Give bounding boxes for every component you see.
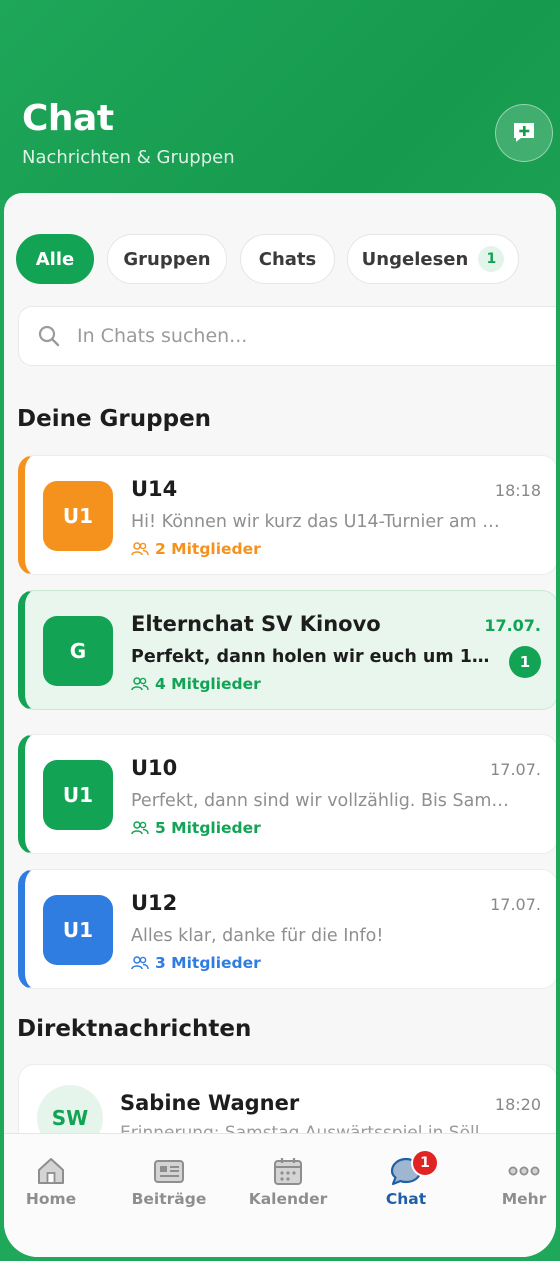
members-count: 2 Mitglieder [155, 540, 261, 558]
tab-label: Ungelesen [361, 248, 469, 270]
tab-label: Gruppen [123, 248, 211, 270]
unread-badge: 1 [509, 646, 541, 678]
group-row[interactable]: U1 U12 17.07. Alles klar, danke für die … [18, 869, 556, 989]
nav-home[interactable]: Home [4, 1156, 106, 1208]
nav-label: Home [25, 1190, 77, 1208]
tab-ungelesen[interactable]: Ungelesen 1 [347, 234, 519, 284]
contact-name: Sabine Wagner [120, 1091, 300, 1115]
calendar-icon [274, 1158, 302, 1185]
nav-mehr[interactable]: Mehr [469, 1156, 556, 1208]
group-time: 17.07. [484, 616, 541, 635]
nav-label: Kalender [248, 1190, 328, 1208]
nav-label: Beiträge [131, 1190, 207, 1208]
tab-chats[interactable]: Chats [240, 234, 335, 284]
message-time: 18:20 [494, 1095, 541, 1114]
members-count: 4 Mitglieder [155, 675, 261, 693]
nav-chat[interactable]: 1 Chat [351, 1149, 461, 1208]
group-row[interactable]: G Elternchat SV Kinovo 17.07. Perfekt, d… [18, 590, 556, 710]
group-avatar: U1 [43, 895, 113, 965]
group-members: 5 Mitglieder [131, 819, 261, 837]
group-avatar: G [43, 616, 113, 686]
unread-count-badge: 1 [478, 246, 505, 272]
group-members: 3 Mitglieder [131, 954, 261, 972]
group-avatar: U1 [43, 760, 113, 830]
members-icon [131, 821, 149, 835]
members-count: 5 Mitglieder [155, 819, 261, 837]
members-icon [131, 542, 149, 556]
bottom-nav: Home Beiträge Kalender 1 Chat Mehr [4, 1133, 556, 1257]
members-count: 3 Mitglieder [155, 954, 261, 972]
group-row[interactable]: U1 U10 17.07. Perfekt, dann sind wir vol… [18, 734, 556, 854]
tab-label: Alle [35, 248, 75, 270]
tab-gruppen[interactable]: Gruppen [107, 234, 227, 284]
chat-unread-badge: 1 [411, 1149, 439, 1177]
group-members: 2 Mitglieder [131, 540, 261, 558]
section-title-groups: Deine Gruppen [17, 406, 212, 432]
group-time: 17.07. [490, 895, 541, 914]
group-members: 4 Mitglieder [131, 675, 261, 693]
group-avatar: U1 [43, 481, 113, 551]
content-card: Alle Gruppen Chats Ungelesen 1 In Chats … [4, 193, 556, 1257]
nav-kalender[interactable]: Kalender [233, 1156, 343, 1208]
group-time: 17.07. [490, 760, 541, 779]
group-name: U12 [131, 891, 178, 915]
group-last-message: Perfekt, dann holen wir euch um 12:1... [131, 647, 493, 667]
nav-label: Mehr [501, 1190, 547, 1208]
group-last-message: Hi! Können wir kurz das U14-Turnier am W… [131, 512, 509, 532]
group-last-message: Perfekt, dann sind wir vollzählig. Bis S… [131, 791, 509, 811]
section-title-direct: Direktnachrichten [17, 1016, 252, 1042]
group-time: 18:18 [494, 481, 541, 500]
page-subtitle: Nachrichten & Gruppen [22, 147, 235, 168]
nav-beitraege[interactable]: Beiträge [114, 1156, 224, 1208]
members-icon [131, 677, 149, 691]
members-icon [131, 956, 149, 970]
newspaper-icon [154, 1160, 184, 1183]
group-name: U10 [131, 756, 178, 780]
group-last-message: Alles klar, danke für die Info! [131, 926, 384, 946]
page-title: Chat [22, 98, 114, 139]
nav-label: Chat [385, 1190, 427, 1208]
header: Chat Nachrichten & Gruppen [0, 0, 560, 200]
tab-label: Chats [258, 248, 317, 270]
message-plus-icon [514, 123, 534, 142]
search-input[interactable]: In Chats suchen... [18, 306, 556, 366]
new-chat-button[interactable] [495, 104, 553, 162]
group-name: U14 [131, 477, 178, 501]
search-icon [38, 325, 60, 347]
group-name: Elternchat SV Kinovo [131, 612, 381, 636]
search-placeholder: In Chats suchen... [77, 325, 248, 347]
more-dots-icon [508, 1166, 540, 1176]
group-row[interactable]: U1 U14 18:18 Hi! Können wir kurz das U14… [18, 455, 556, 575]
tab-alle[interactable]: Alle [16, 234, 94, 284]
home-icon [38, 1158, 64, 1184]
